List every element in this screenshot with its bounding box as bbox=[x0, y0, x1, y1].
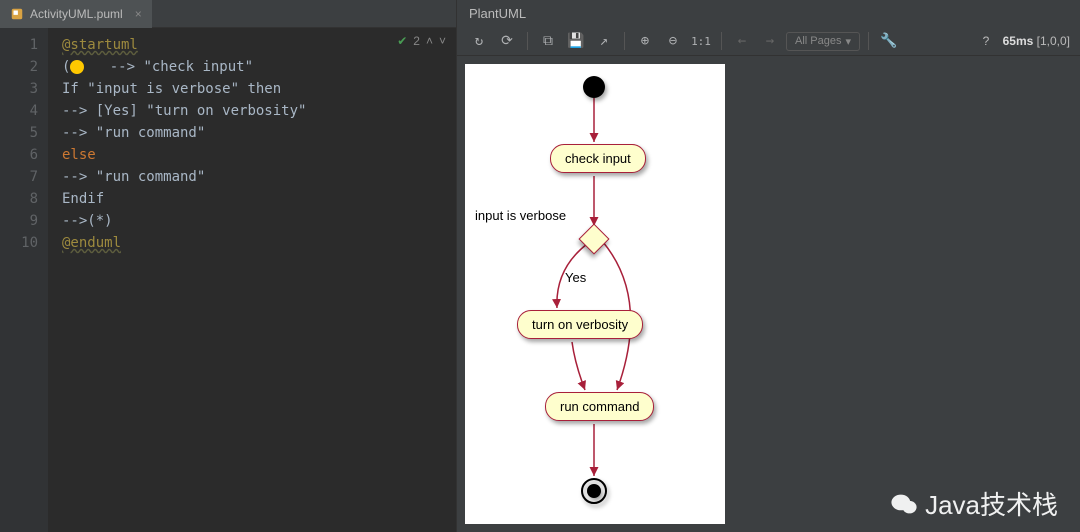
watermark-text: Java技术栈 bbox=[925, 485, 1058, 522]
preview-toolbar: ↻ ⟳ ⧉ 💾 ↗ ⊕ ⊖ 1:1 ← → All Pages ▾ 🔧 ? 65… bbox=[457, 27, 1080, 56]
check-icon: ✔ bbox=[397, 34, 407, 48]
render-pages: [1,0,0] bbox=[1037, 34, 1070, 48]
next-page-icon[interactable]: → bbox=[758, 29, 782, 53]
code-area[interactable]: @startuml( --> "check input"If "input is… bbox=[48, 28, 456, 532]
render-stats: ? 65ms [1,0,0] bbox=[983, 34, 1070, 48]
refresh-icon[interactable]: ↻ bbox=[467, 29, 491, 53]
uml-branch-yes-label: Yes bbox=[565, 270, 586, 285]
separator bbox=[868, 32, 869, 50]
auto-refresh-icon[interactable]: ⟳ bbox=[495, 29, 519, 53]
uml-end-node bbox=[581, 478, 607, 504]
uml-node-turn-on-verbosity: turn on verbosity bbox=[517, 310, 643, 339]
settings-icon[interactable]: 🔧 bbox=[877, 29, 901, 53]
file-tab-label: ActivityUML.puml bbox=[30, 7, 123, 21]
plantuml-file-icon bbox=[10, 7, 24, 21]
separator bbox=[624, 32, 625, 50]
zoom-in-icon[interactable]: ⊕ bbox=[633, 29, 657, 53]
preview-pane: PlantUML ↻ ⟳ ⧉ 💾 ↗ ⊕ ⊖ 1:1 ← → All Pages… bbox=[456, 0, 1080, 532]
save-icon[interactable]: 💾 bbox=[564, 29, 588, 53]
uml-start-node bbox=[583, 76, 605, 98]
preview-viewport[interactable]: check input input is verbose Yes turn on… bbox=[457, 56, 1080, 532]
code-editor[interactable]: 12345678910 @startuml( --> "check input"… bbox=[0, 28, 456, 532]
watermark: Java技术栈 bbox=[891, 485, 1058, 522]
line-gutter: 12345678910 bbox=[0, 28, 48, 532]
copy-icon[interactable]: ⧉ bbox=[536, 29, 560, 53]
export-icon[interactable]: ↗ bbox=[592, 29, 616, 53]
uml-condition-label: input is verbose bbox=[475, 208, 566, 223]
zoom-out-icon[interactable]: ⊖ bbox=[661, 29, 685, 53]
render-time: 65ms bbox=[1003, 34, 1034, 48]
uml-node-run-command: run command bbox=[545, 392, 654, 421]
prev-problem-icon[interactable]: ˄ bbox=[426, 34, 433, 48]
diagram-arrows bbox=[465, 64, 725, 524]
close-tab-icon[interactable]: × bbox=[135, 7, 142, 21]
wechat-icon bbox=[891, 493, 917, 515]
prev-page-icon[interactable]: ← bbox=[730, 29, 754, 53]
help-icon[interactable]: ? bbox=[983, 34, 990, 48]
zoom-actual-button[interactable]: 1:1 bbox=[689, 29, 713, 53]
separator bbox=[527, 32, 528, 50]
separator bbox=[721, 32, 722, 50]
uml-node-check-input: check input bbox=[550, 144, 646, 173]
editor-pane: ActivityUML.puml × 12345678910 @startuml… bbox=[0, 0, 456, 532]
chevron-down-icon: ▾ bbox=[845, 35, 851, 48]
inspection-widget[interactable]: ✔ 2 ˄ ˅ bbox=[397, 34, 446, 48]
preview-title: PlantUML bbox=[457, 0, 1080, 27]
pages-dropdown[interactable]: All Pages ▾ bbox=[786, 32, 860, 51]
next-problem-icon[interactable]: ˅ bbox=[439, 34, 446, 48]
inspection-count: 2 bbox=[413, 34, 420, 48]
pages-label: All Pages bbox=[795, 35, 841, 47]
editor-tab-bar: ActivityUML.puml × bbox=[0, 0, 456, 28]
diagram-canvas: check input input is verbose Yes turn on… bbox=[465, 64, 725, 524]
file-tab-active[interactable]: ActivityUML.puml × bbox=[0, 0, 152, 28]
